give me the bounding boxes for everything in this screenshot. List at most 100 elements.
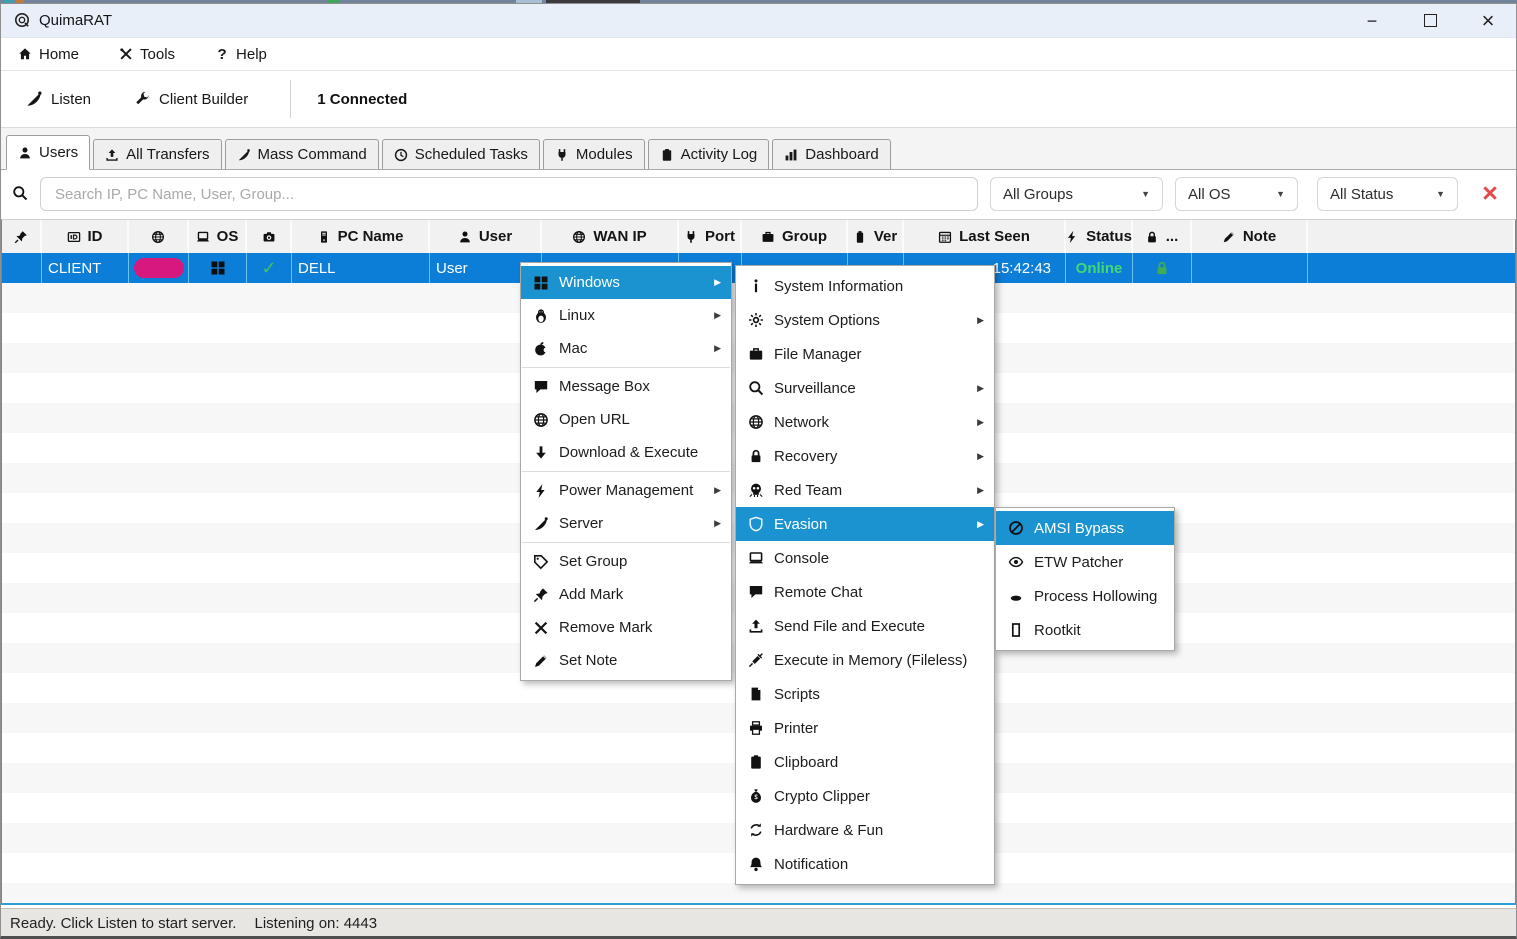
globe-icon	[748, 414, 764, 430]
menu-item-linux[interactable]: Linux▶	[521, 299, 731, 332]
menu-item-crypto-clipper[interactable]: Crypto Clipper	[736, 779, 994, 813]
menu-item-add-mark[interactable]: Add Mark	[521, 578, 731, 611]
tab-modules[interactable]: Modules	[543, 139, 645, 169]
tab-scheduled-tasks[interactable]: Scheduled Tasks	[382, 139, 540, 169]
minimize-button[interactable]: −	[1343, 3, 1401, 38]
column-header-webcam[interactable]	[247, 220, 292, 253]
menu-item-recovery[interactable]: Recovery▶	[736, 439, 994, 473]
menu-item-printer[interactable]: Printer	[736, 711, 994, 745]
groups-filter-value: All Groups	[1003, 186, 1073, 203]
column-header-label: Port	[705, 228, 735, 245]
tab-all-transfers[interactable]: All Transfers	[93, 139, 221, 169]
menu-item-network[interactable]: Network▶	[736, 405, 994, 439]
clear-filters-button[interactable]: ×	[1472, 175, 1508, 211]
menu-item-etw-patcher[interactable]: ETW Patcher	[996, 545, 1174, 579]
tab-label: Users	[39, 144, 78, 161]
webcam-check-icon: ✓	[261, 258, 276, 279]
column-header-country[interactable]	[129, 220, 189, 253]
menu-item-notification[interactable]: Notification	[736, 847, 994, 881]
menu-item-hardware-fun[interactable]: Hardware & Fun	[736, 813, 994, 847]
scroll-icon	[748, 686, 764, 702]
menu-item-system-options[interactable]: System Options▶	[736, 303, 994, 337]
menu-item-message-box[interactable]: Message Box	[521, 370, 731, 403]
tab-mass-command[interactable]: Mass Command	[225, 139, 379, 169]
tab-activity-log[interactable]: Activity Log	[648, 139, 770, 169]
menu-item-red-team[interactable]: Red Team▶	[736, 473, 994, 507]
menu-item-process-hollowing[interactable]: Process Hollowing	[996, 579, 1174, 613]
menu-item-scripts[interactable]: Scripts	[736, 677, 994, 711]
menu-item-remove-mark[interactable]: Remove Mark	[521, 611, 731, 644]
menu-item-clipboard[interactable]: Clipboard	[736, 745, 994, 779]
tab-label: Activity Log	[681, 146, 758, 163]
menu-item-console[interactable]: Console	[736, 541, 994, 575]
menu-item-label: System Options	[774, 312, 880, 329]
menubar-item-tools[interactable]: Tools	[119, 46, 175, 63]
status-bar: Ready. Click Listen to start server. Lis…	[0, 908, 1517, 937]
close-button[interactable]: ×	[1459, 3, 1517, 38]
column-header-user[interactable]: User	[430, 220, 542, 253]
tab-users[interactable]: Users	[6, 135, 90, 170]
column-header-note[interactable]: Note	[1192, 220, 1308, 253]
client-cell-os	[189, 253, 247, 283]
menubar-item-home[interactable]: Home	[18, 46, 79, 63]
column-header-os[interactable]: OS	[189, 220, 247, 253]
column-header-id[interactable]: ID	[42, 220, 129, 253]
listen-button[interactable]: Listen	[25, 90, 91, 108]
column-header-port[interactable]: Port	[679, 220, 742, 253]
menu-item-power-management[interactable]: Power Management▶	[521, 474, 731, 507]
download-icon	[533, 445, 549, 461]
column-header-group[interactable]: Group	[742, 220, 848, 253]
syringe-icon	[748, 652, 764, 668]
satellite-icon	[533, 516, 549, 532]
column-header-wan-ip[interactable]: WAN IP	[542, 220, 679, 253]
column-header-lock[interactable]: ...	[1133, 220, 1192, 253]
menu-item-server[interactable]: Server▶	[521, 507, 731, 540]
column-header-last-seen[interactable]: Last Seen	[904, 220, 1066, 253]
maximize-button[interactable]	[1401, 3, 1459, 38]
menu-item-evasion[interactable]: Evasion▶	[736, 507, 994, 541]
menu-item-surveillance[interactable]: Surveillance▶	[736, 371, 994, 405]
menu-item-amsi-bypass[interactable]: AMSI Bypass	[996, 511, 1174, 545]
menu-item-set-note[interactable]: Set Note	[521, 644, 731, 677]
groups-filter-dropdown[interactable]: All Groups ▼	[990, 177, 1163, 211]
speech-bubble-icon	[748, 584, 764, 600]
table-row-empty	[2, 883, 1515, 905]
menu-separator	[522, 471, 730, 472]
column-header-label: User	[479, 228, 512, 245]
status-filter-dropdown[interactable]: All Status ▼	[1317, 177, 1458, 211]
column-header-pin[interactable]	[2, 220, 42, 253]
upload-icon	[105, 148, 119, 162]
column-header-label: WAN IP	[593, 228, 646, 245]
menu-item-label: Red Team	[774, 482, 842, 499]
menu-item-mac[interactable]: Mac▶	[521, 332, 731, 365]
client-builder-label: Client Builder	[159, 91, 248, 108]
note-icon	[1222, 230, 1236, 244]
bell-icon	[748, 856, 764, 872]
column-header-pc-name[interactable]: PC Name	[292, 220, 430, 253]
tab-dashboard[interactable]: Dashboard	[772, 139, 890, 169]
evasion-submenu: AMSI BypassETW PatcherProcess HollowingR…	[995, 507, 1175, 651]
listen-label: Listen	[51, 91, 91, 108]
column-header-status[interactable]: Status	[1066, 220, 1133, 253]
menu-item-windows[interactable]: Windows▶	[521, 266, 731, 299]
menu-item-download-execute[interactable]: Download & Execute	[521, 436, 731, 469]
client-builder-button[interactable]: Client Builder	[133, 90, 248, 108]
search-input[interactable]	[40, 177, 978, 211]
os-filter-dropdown[interactable]: All OS ▼	[1175, 177, 1298, 211]
menu-item-system-information[interactable]: System Information	[736, 269, 994, 303]
column-header-ver[interactable]: Ver	[848, 220, 904, 253]
menu-item-send-file-and-execute[interactable]: Send File and Execute	[736, 609, 994, 643]
titlebar[interactable]: QuimaRAT − ×	[0, 3, 1517, 38]
menu-item-open-url[interactable]: Open URL	[521, 403, 731, 436]
menu-item-execute-in-memory-fileless[interactable]: Execute in Memory (Fileless)	[736, 643, 994, 677]
menu-item-set-group[interactable]: Set Group	[521, 545, 731, 578]
submenu-arrow-icon: ▶	[977, 519, 984, 530]
menu-bar: Home Tools ?Help	[0, 38, 1517, 71]
menu-item-file-manager[interactable]: File Manager	[736, 337, 994, 371]
bolt-icon	[533, 483, 549, 499]
recycle-icon	[748, 822, 764, 838]
menubar-item-help[interactable]: ?Help	[215, 46, 267, 63]
menu-item-label: Remove Mark	[559, 619, 652, 636]
menu-item-remote-chat[interactable]: Remote Chat	[736, 575, 994, 609]
menu-item-rootkit[interactable]: Rootkit	[996, 613, 1174, 647]
